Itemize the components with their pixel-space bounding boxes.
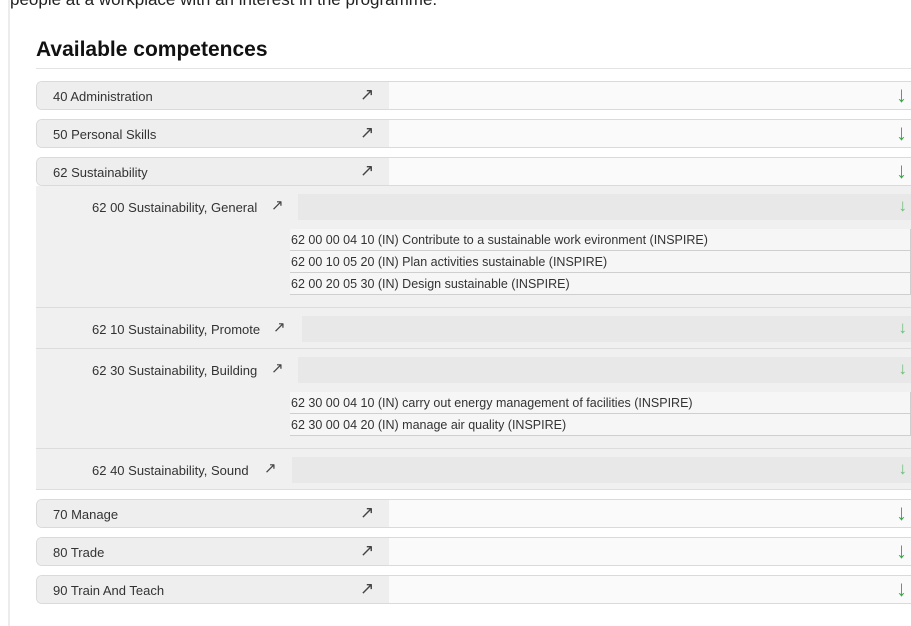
expand-down-icon[interactable]: ↓: [899, 460, 908, 478]
expand-down-icon[interactable]: ↓: [896, 160, 907, 182]
competence-items: 62 00 00 04 10 (IN) Contribute to a sust…: [36, 220, 911, 307]
category-label: 80 Trade: [53, 545, 105, 560]
category-row-62[interactable]: 62 Sustainability ↗ ↓: [36, 157, 911, 186]
category-row-50[interactable]: 50 Personal Skills ↗ ↓: [36, 119, 911, 148]
subgroup-header[interactable]: 62 10 Sustainability, Promote ↗ ↓: [36, 316, 911, 342]
open-link-icon[interactable]: ↗: [360, 124, 374, 142]
category-label: 50 Personal Skills: [53, 127, 157, 142]
competence-item[interactable]: 62 30 00 04 10 (IN) carry out energy man…: [290, 392, 911, 414]
competence-items: 62 30 00 04 10 (IN) carry out energy man…: [36, 383, 911, 448]
subgroup-label: 62 10 Sustainability, Promote: [92, 322, 261, 337]
subgroup-62-10: 62 10 Sustainability, Promote ↗ ↓: [36, 308, 911, 349]
competence-item[interactable]: 62 30 00 04 20 (IN) manage air quality (…: [290, 414, 911, 436]
open-link-icon[interactable]: ↗: [273, 319, 286, 336]
expand-down-icon[interactable]: ↓: [899, 197, 908, 215]
open-link-icon[interactable]: ↗: [360, 162, 374, 180]
page-title: Available competences: [36, 38, 268, 61]
subgroup-header[interactable]: 62 30 Sustainability, Building ↗ ↓: [36, 357, 911, 383]
subgroup-62-40: 62 40 Sustainability, Sound ↗ ↓: [36, 449, 911, 489]
category-label: 40 Administration: [53, 89, 153, 104]
intro-text-clipped: people at a workplace with an interest i…: [0, 0, 911, 16]
category-62-expanded-group: 62 00 Sustainability, General ↗ ↓ 62 00 …: [36, 186, 911, 490]
open-link-icon[interactable]: ↗: [360, 86, 374, 104]
expand-down-icon[interactable]: ↓: [896, 578, 907, 600]
expand-down-icon[interactable]: ↓: [896, 540, 907, 562]
open-link-icon[interactable]: ↗: [264, 460, 277, 477]
competence-list: 40 Administration ↗ ↓ 50 Personal Skills…: [36, 81, 911, 613]
category-row-40[interactable]: 40 Administration ↗ ↓: [36, 81, 911, 110]
expand-down-icon[interactable]: ↓: [899, 319, 908, 337]
expand-down-icon[interactable]: ↓: [899, 360, 908, 378]
open-link-icon[interactable]: ↗: [360, 542, 374, 560]
open-link-icon[interactable]: ↗: [360, 504, 374, 522]
category-row-80[interactable]: 80 Trade ↗ ↓: [36, 537, 911, 566]
left-divider: [8, 0, 10, 626]
competence-item[interactable]: 62 00 10 05 20 (IN) Plan activities sust…: [290, 251, 911, 273]
subgroup-62-30: 62 30 Sustainability, Building ↗ ↓ 62 30…: [36, 349, 911, 449]
subgroup-header[interactable]: 62 00 Sustainability, General ↗ ↓: [36, 194, 911, 220]
open-link-icon[interactable]: ↗: [271, 360, 284, 377]
open-link-icon[interactable]: ↗: [271, 197, 284, 214]
subgroup-label: 62 00 Sustainability, General: [92, 200, 258, 215]
expand-down-icon[interactable]: ↓: [896, 122, 907, 144]
category-row-70[interactable]: 70 Manage ↗ ↓: [36, 499, 911, 528]
category-row-90[interactable]: 90 Train And Teach ↗ ↓: [36, 575, 911, 604]
competence-item[interactable]: 62 00 20 05 30 (IN) Design sustainable (…: [290, 273, 911, 295]
subgroup-label: 62 30 Sustainability, Building: [92, 363, 258, 378]
category-label: 70 Manage: [53, 507, 119, 522]
subgroup-header[interactable]: 62 40 Sustainability, Sound ↗ ↓: [36, 457, 911, 483]
subgroup-62-00: 62 00 Sustainability, General ↗ ↓ 62 00 …: [36, 186, 911, 308]
category-label: 90 Train And Teach: [53, 583, 165, 598]
title-divider: [36, 68, 911, 69]
category-label: 62 Sustainability: [53, 165, 148, 180]
competence-item[interactable]: 62 00 00 04 10 (IN) Contribute to a sust…: [290, 229, 911, 251]
expand-down-icon[interactable]: ↓: [896, 502, 907, 524]
subgroup-label: 62 40 Sustainability, Sound: [92, 463, 249, 478]
open-link-icon[interactable]: ↗: [360, 580, 374, 598]
expand-down-icon[interactable]: ↓: [896, 84, 907, 106]
